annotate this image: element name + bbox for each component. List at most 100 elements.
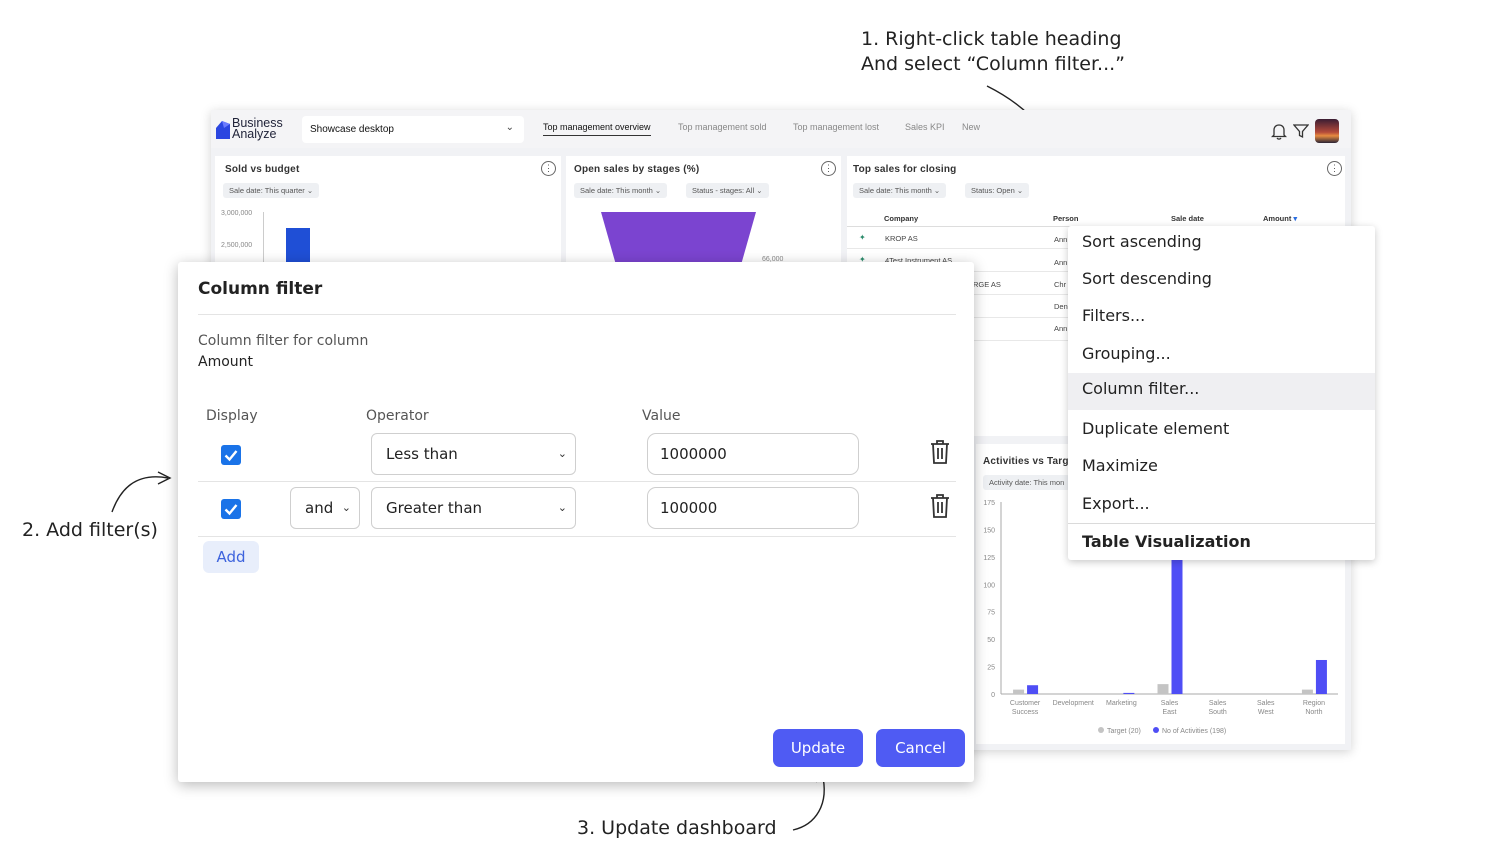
info-icon[interactable]: ⋮ — [541, 161, 556, 176]
column-header-sale-date[interactable]: Sale date — [1171, 214, 1204, 223]
dashboard-select[interactable]: Showcase desktop ⌄ — [302, 116, 524, 143]
x-tick-label: North — [1305, 709, 1322, 716]
display-checkbox[interactable] — [221, 445, 241, 465]
filter-chip[interactable]: Sale date: This quarter ⌄ — [223, 183, 320, 198]
checkmark-icon — [224, 504, 238, 516]
filter-chip[interactable]: Status: Open ⌄ — [965, 183, 1030, 198]
context-menu: Sort ascending Sort descending Filters..… — [1068, 226, 1375, 560]
menu-item-export[interactable]: Export... — [1068, 488, 1375, 525]
operator-select[interactable]: Less than ⌄ — [371, 433, 576, 475]
panel-open-sales: Open sales by stages (%) ⋮ Sale date: Th… — [566, 156, 841, 272]
bar-target — [1301, 689, 1313, 694]
y-tick-label: 150 — [983, 527, 995, 534]
y-tick-label: 25 — [987, 665, 995, 672]
person-cell: Ann — [1054, 324, 1068, 333]
menu-item-table-visualization[interactable]: Table Visualization — [1068, 526, 1375, 563]
bar-activities — [1027, 685, 1039, 694]
menu-item-sort-ascending[interactable]: Sort ascending — [1068, 226, 1375, 263]
bar-activities — [1123, 692, 1135, 694]
dialog-subtitle: Column filter for column — [198, 333, 369, 349]
tab-top-management-sold[interactable]: Top management sold — [678, 122, 767, 132]
logo-icon — [216, 121, 230, 139]
x-tick-label: Success — [1012, 709, 1039, 716]
header-display: Display — [206, 408, 258, 424]
top-bar: Business Analyze Showcase desktop ⌄ Top m… — [211, 110, 1351, 148]
row-divider — [198, 481, 956, 482]
x-tick-label: Marketing — [1106, 700, 1137, 707]
chevron-down-icon: ⌄ — [557, 447, 567, 460]
column-header-person[interactable]: Person — [1053, 214, 1078, 223]
x-tick-label: Region — [1303, 700, 1325, 707]
tab-sales-kpi[interactable]: Sales KPI — [905, 122, 945, 132]
menu-item-filters[interactable]: Filters... — [1068, 300, 1375, 337]
value-input[interactable]: 100000 — [647, 487, 859, 529]
x-tick-label: Sales — [1209, 700, 1227, 707]
chevron-down-icon: ⌄ — [505, 122, 514, 133]
tab-top-management-lost[interactable]: Top management lost — [793, 122, 879, 132]
value-input[interactable]: 1000000 — [647, 433, 859, 475]
add-filter-button[interactable]: Add — [203, 541, 259, 573]
filter-chip[interactable]: Status - stages: All ⌄ — [686, 183, 769, 198]
table-row[interactable]: ✦ KROP AS — [847, 227, 1077, 249]
company-logo-icon: ✦ — [859, 233, 866, 242]
x-tick-label: West — [1258, 709, 1274, 716]
filter-chip[interactable]: Sale date: This month ⌄ — [574, 183, 668, 198]
info-icon[interactable]: ⋮ — [1327, 161, 1342, 176]
trash-icon[interactable] — [929, 493, 951, 519]
y-tick-label: 0 — [991, 692, 995, 699]
menu-item-sort-descending[interactable]: Sort descending — [1068, 263, 1375, 300]
tab-new[interactable]: New — [962, 122, 980, 132]
menu-item-maximize[interactable]: Maximize — [1068, 450, 1375, 487]
arrow-step2 — [111, 476, 169, 513]
bar-activities — [1315, 659, 1327, 694]
update-button[interactable]: Update — [773, 729, 863, 767]
bar-target — [1013, 689, 1025, 694]
filter-icon[interactable] — [1293, 123, 1309, 139]
operator-select[interactable]: Greater than ⌄ — [371, 487, 576, 529]
cancel-button[interactable]: Cancel — [876, 729, 965, 767]
y-tick-label: 175 — [983, 500, 995, 507]
y-tick-label: 100 — [983, 582, 995, 589]
y-tick: 3,000,000 — [221, 210, 253, 217]
row-divider — [198, 536, 956, 537]
person-cell: Ann — [1054, 235, 1068, 244]
y-tick-label: 125 — [983, 555, 995, 562]
header-value: Value — [642, 408, 681, 424]
panel-sold-vs-budget: Sold vs budget ⋮ Sale date: This quarter… — [215, 156, 561, 278]
header-operator: Operator — [366, 408, 429, 424]
person-cell: Ann — [1054, 258, 1068, 267]
dialog-title: Column filter — [198, 279, 323, 299]
x-tick-label: Development — [1053, 700, 1094, 707]
y-tick-label: 75 — [987, 610, 995, 617]
column-header-amount[interactable]: Amount ▾ — [1263, 214, 1297, 223]
bell-icon[interactable] — [1271, 123, 1287, 140]
menu-item-duplicate-element[interactable]: Duplicate element — [1068, 413, 1375, 450]
person-cell: Chr — [1054, 280, 1067, 289]
x-tick-label: East — [1162, 709, 1176, 716]
info-icon[interactable]: ⋮ — [821, 161, 836, 176]
y-tick: 2,500,000 — [221, 242, 253, 249]
menu-item-grouping[interactable]: Grouping... — [1068, 338, 1375, 375]
menu-item-column-filter[interactable]: Column filter... — [1068, 373, 1375, 410]
connector-select[interactable]: and ⌄ — [290, 487, 360, 529]
x-tick-label: Sales — [1161, 700, 1179, 707]
trash-icon[interactable] — [929, 439, 951, 465]
display-checkbox[interactable] — [221, 499, 241, 519]
sort-down-icon: ▾ — [1293, 214, 1298, 223]
column-name: Amount — [198, 354, 254, 370]
filter-chip[interactable]: Activity date: This mon — [983, 475, 1071, 490]
x-tick-label: Sales — [1257, 700, 1275, 707]
person-cell: Den — [1054, 302, 1068, 311]
panel-title: Sold vs budget — [225, 164, 300, 175]
filter-chip[interactable]: Sale date: This month ⌄ — [853, 183, 947, 198]
avatar[interactable] — [1315, 119, 1339, 143]
column-filter-dialog: Column filter Column filter for column A… — [178, 262, 974, 782]
column-header-company[interactable]: Company — [884, 214, 918, 223]
tab-top-management-overview[interactable]: Top management overview — [543, 122, 651, 136]
menu-divider — [1068, 523, 1375, 524]
panel-title: Activities vs Targ — [983, 456, 1069, 467]
panel-title: Open sales by stages (%) — [574, 164, 700, 175]
x-tick-label: South — [1208, 709, 1226, 716]
y-tick-label: 50 — [987, 637, 995, 644]
top-icons — [1271, 119, 1339, 143]
